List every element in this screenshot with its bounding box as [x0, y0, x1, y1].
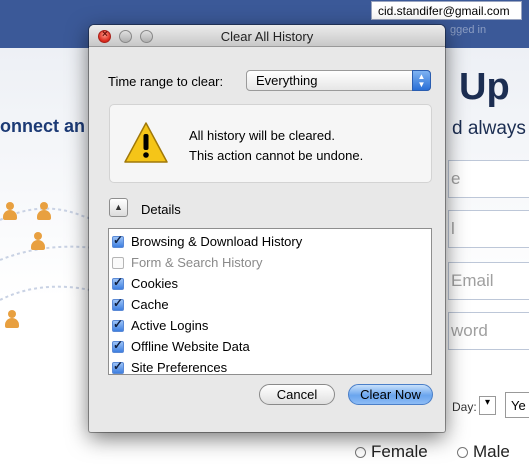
radio-circle-icon	[355, 446, 366, 458]
gender-female-label: Female	[371, 442, 428, 461]
time-range-value: Everything	[256, 73, 318, 88]
logged-in-text: gged in	[450, 24, 487, 36]
day-select[interactable]: ▾	[479, 396, 496, 415]
year-select[interactable]: Ye	[505, 392, 529, 418]
list-item: Form & Search History	[109, 252, 431, 273]
list-item[interactable]: Browsing & Download History	[109, 231, 431, 252]
password-placeholder: word	[451, 321, 488, 340]
connect-text: onnect an	[0, 116, 86, 136]
person-icon	[30, 232, 46, 252]
signup-heading: Up	[459, 66, 510, 108]
dialog-titlebar[interactable]: × Clear All History	[89, 25, 445, 47]
warning-line-1: All history will be cleared.	[189, 128, 335, 143]
list-item[interactable]: Offline Website Data	[109, 336, 431, 357]
list-item[interactable]: Active Logins	[109, 315, 431, 336]
list-item[interactable]: Cookies	[109, 273, 431, 294]
item-label: Browsing & Download History	[131, 234, 303, 249]
item-label: Form & Search History	[131, 255, 263, 270]
disclosure-triangle-icon: ▲	[114, 202, 123, 212]
warning-triangle-icon	[124, 122, 168, 163]
gender-female-radio[interactable]: Female	[355, 442, 428, 462]
details-label: Details	[141, 202, 181, 217]
first-name-placeholder: e	[451, 169, 461, 188]
list-item[interactable]: Site Preferences	[109, 357, 431, 378]
last-name-input[interactable]: l	[448, 210, 529, 248]
checkbox[interactable]	[112, 317, 124, 332]
radio-circle-icon	[457, 446, 468, 458]
warning-panel: All history will be cleared. This action…	[109, 104, 432, 183]
person-icon	[2, 202, 18, 222]
updown-arrows-icon: ▲ ▼	[412, 70, 431, 91]
time-range-select[interactable]: Everything ▲ ▼	[246, 70, 431, 91]
warning-line-2: This action cannot be undone.	[189, 148, 364, 163]
clear-now-button[interactable]: Clear Now	[348, 384, 433, 405]
person-icon	[4, 310, 20, 330]
birthday-day-label: Day:	[452, 400, 477, 414]
item-label: Cookies	[131, 276, 178, 291]
warning-message: All history will be cleared. This action…	[189, 126, 363, 166]
person-icon	[36, 202, 52, 222]
checkbox[interactable]	[112, 275, 124, 290]
checkbox[interactable]	[112, 359, 124, 374]
history-items-list: Browsing & Download History Form & Searc…	[108, 228, 432, 375]
password-input[interactable]: word	[448, 312, 529, 350]
first-name-input[interactable]: e	[448, 160, 529, 198]
gender-male-label: Male	[473, 442, 510, 461]
item-label: Offline Website Data	[131, 339, 250, 354]
email-input[interactable]: Email	[448, 262, 529, 300]
tagline-text: d always	[452, 118, 526, 139]
item-label: Active Logins	[131, 318, 209, 333]
email-field[interactable]: cid.standifer@gmail.com	[371, 1, 522, 20]
checkbox	[112, 256, 124, 269]
details-toggle-button[interactable]: ▲	[109, 198, 128, 217]
gender-male-radio[interactable]: Male	[457, 442, 510, 462]
last-name-placeholder: l	[451, 219, 455, 238]
item-label: Site Preferences	[131, 360, 228, 375]
dialog-title: Clear All History	[220, 29, 314, 44]
list-item[interactable]: Cache	[109, 294, 431, 315]
item-label: Cache	[131, 297, 169, 312]
checkbox[interactable]	[112, 233, 124, 248]
time-range-label: Time range to clear:	[108, 74, 224, 89]
checkbox[interactable]	[112, 296, 124, 311]
email-placeholder: Email	[451, 271, 494, 290]
cancel-button[interactable]: Cancel	[259, 384, 335, 405]
clear-history-dialog: × Clear All History Time range to clear:…	[89, 25, 445, 432]
checkbox[interactable]	[112, 338, 124, 353]
